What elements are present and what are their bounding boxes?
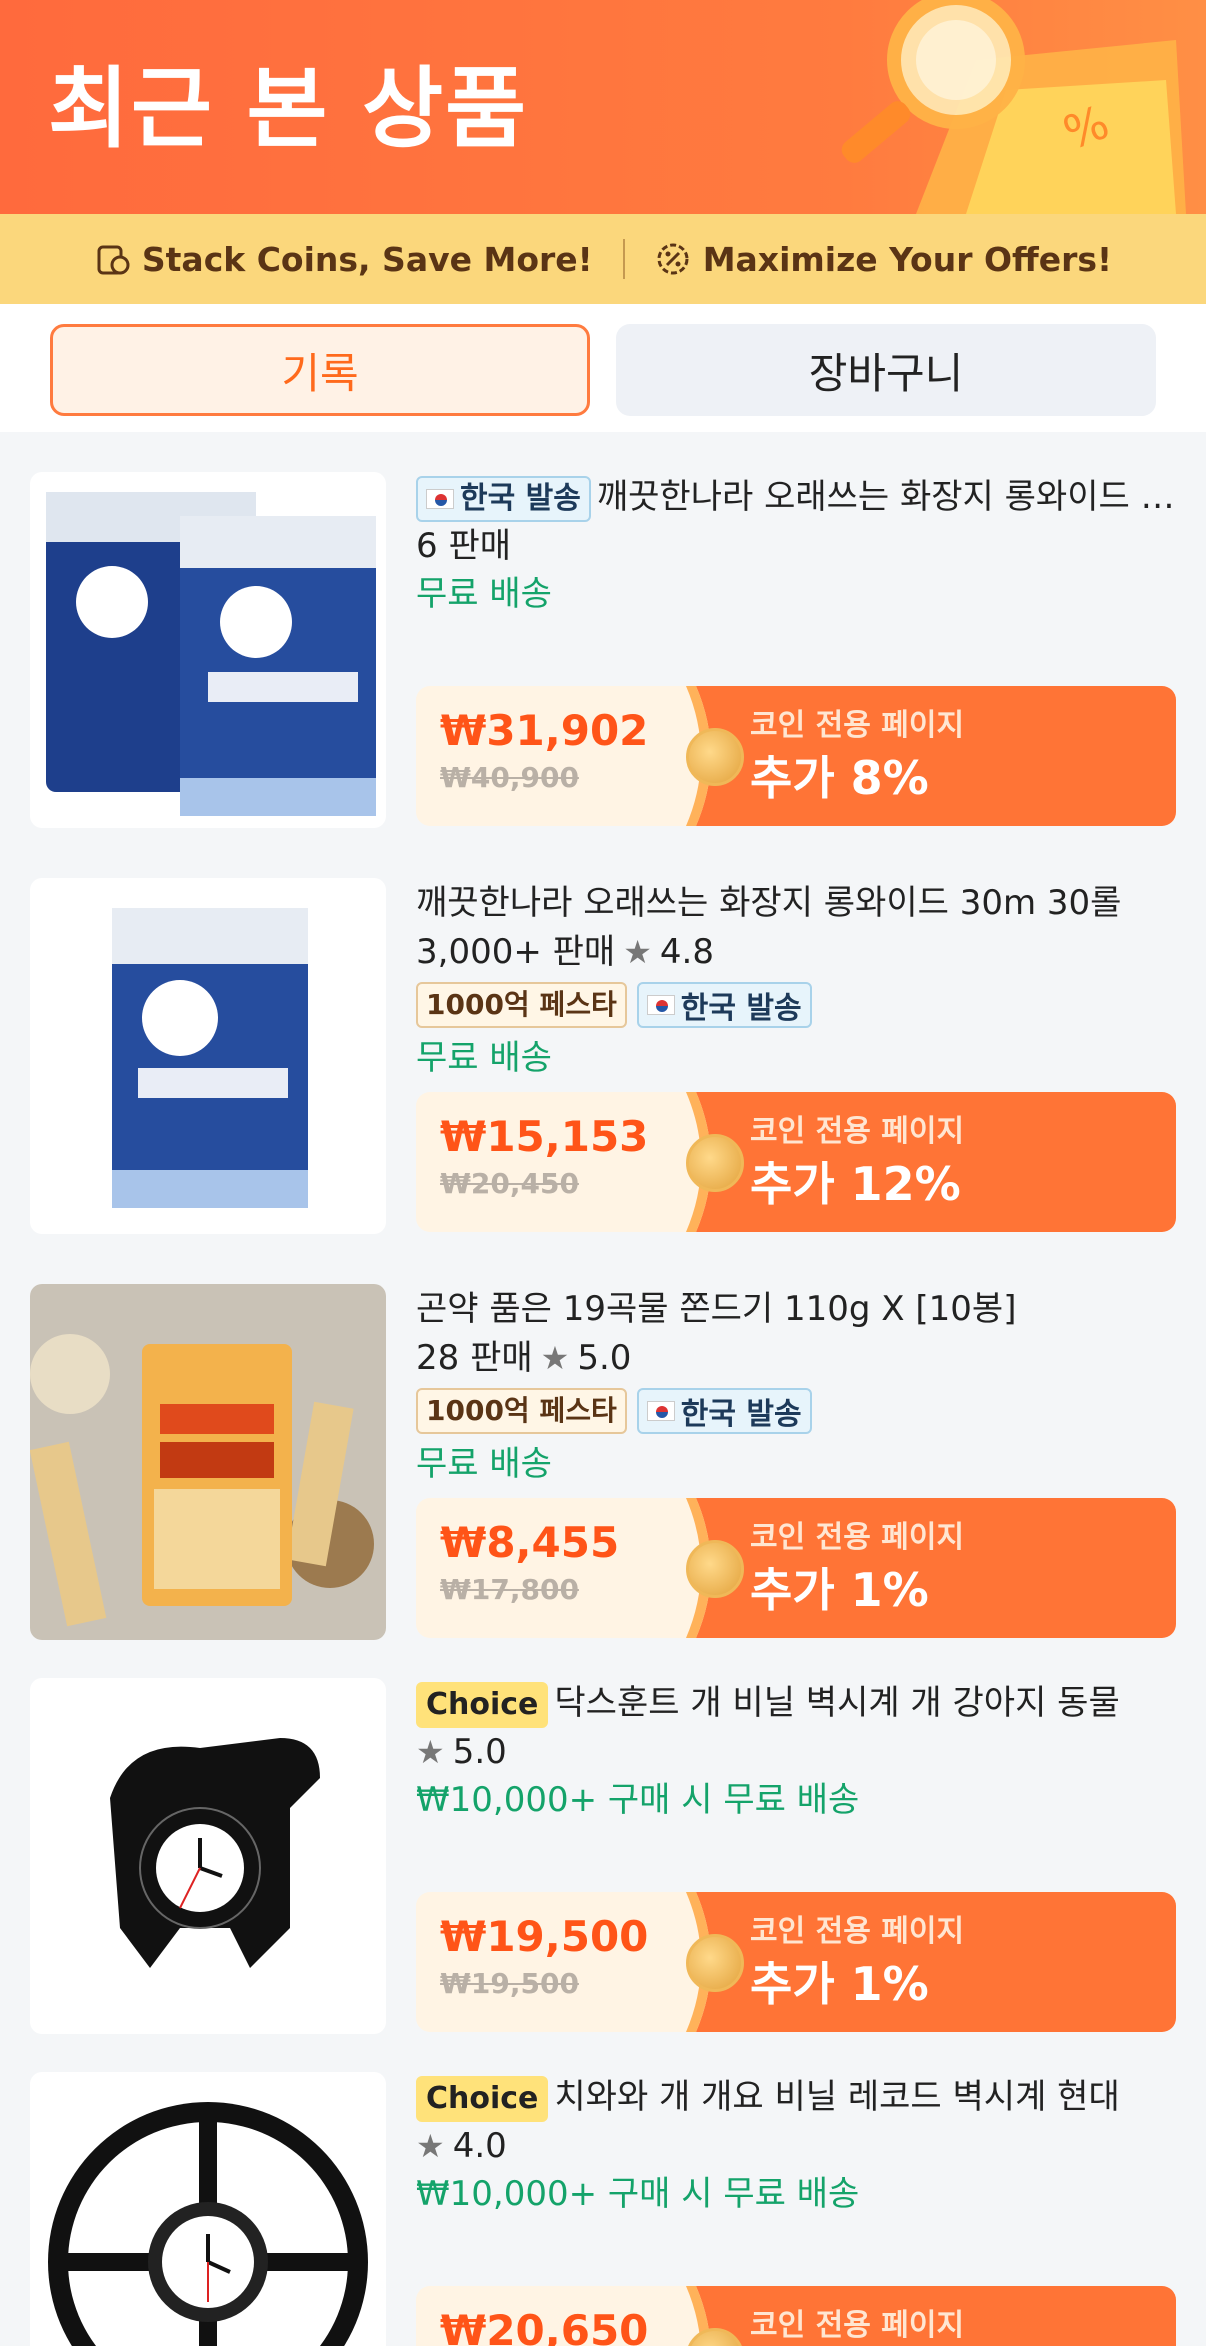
original-price: ₩19,500 bbox=[440, 1967, 579, 2000]
price-box[interactable]: ₩8,455 ₩17,800 코인 전용 페이지 추가 1% bbox=[416, 1498, 1176, 1638]
korea-flag-icon bbox=[426, 488, 454, 509]
badges-row: 1000억 페스타 한국 발송 bbox=[416, 1382, 1176, 1440]
tab-bar: 기록 장바구니 bbox=[0, 304, 1206, 432]
korea-flag-icon bbox=[646, 995, 675, 1015]
coin-icon bbox=[686, 728, 744, 786]
product-title-line[interactable]: Choice 닥스훈트 개 비닐 벽시계 개 강아지 동물 bbox=[416, 1678, 1176, 1728]
choice-badge: Choice bbox=[416, 1681, 549, 1728]
product-info: 한국 발송깨끗한나라 오래쓰는 화장지 롱와이드 30m 30롤 6 판매 무료… bbox=[416, 472, 1176, 618]
sold-and-rating: 28 판매 ★ 5.0 bbox=[416, 1334, 1176, 1382]
product-card[interactable]: Choice 치와와 개 개요 비닐 레코드 벽시계 현대 ★ 4.0 ₩10,0… bbox=[0, 2032, 1206, 2346]
rating-value: 4.0 bbox=[452, 2126, 507, 2166]
coin-icon bbox=[686, 1934, 744, 1992]
shipping-info: ₩10,000+ 구매 시 무료 배송 bbox=[416, 2174, 860, 2214]
product-card[interactable]: 깨끗한나라 오래쓰는 화장지 롱와이드 30m 30롤 3,000+ 판매 ★ … bbox=[0, 838, 1206, 1234]
product-card[interactable]: Choice 닥스훈트 개 비닐 벽시계 개 강아지 동물 ★ 5.0 ₩10,0… bbox=[0, 1638, 1206, 2034]
tab-history[interactable]: 기록 bbox=[50, 324, 590, 416]
price-box[interactable]: ₩20,650 코인 전용 페이지 bbox=[416, 2286, 1176, 2346]
coin-page-label: 코인 전용 페이지 bbox=[750, 1520, 965, 1555]
shipping-info: 무료 배송 bbox=[416, 1038, 552, 1078]
product-card[interactable]: 한국 발송깨끗한나라 오래쓰는 화장지 롱와이드 30m 30롤 6 판매 무료… bbox=[0, 432, 1206, 828]
page-header: 최근 본 상품 % bbox=[0, 0, 1206, 214]
coin-icon bbox=[686, 1134, 744, 1192]
coupon-icon bbox=[97, 245, 130, 275]
sale-price: ₩8,455 bbox=[440, 1518, 620, 1567]
product-title[interactable]: 깨끗한나라 오래쓰는 화장지 롱와이드 30m 30롤 bbox=[416, 878, 1176, 928]
product-info: 깨끗한나라 오래쓰는 화장지 롱와이드 30m 30롤 3,000+ 판매 ★ … bbox=[416, 878, 1176, 1082]
coin-extra-discount: 추가 8% bbox=[750, 751, 929, 805]
festa-badge: 1000억 페스타 bbox=[416, 1388, 627, 1434]
coin-page-label: 코인 전용 페이지 bbox=[750, 1114, 965, 1149]
product-title: 깨끗한나라 오래쓰는 화장지 롱와이드 30m 30롤 bbox=[596, 477, 1176, 517]
star-icon: ★ bbox=[623, 933, 652, 971]
price-box[interactable]: ₩19,500 ₩19,500 코인 전용 페이지 추가 1% bbox=[416, 1892, 1176, 2032]
product-title: 치와와 개 개요 비닐 레코드 벽시계 현대 bbox=[554, 2077, 1120, 2117]
sale-price: ₩15,153 bbox=[440, 1112, 649, 1161]
shipping-info: 무료 배송 bbox=[416, 1444, 552, 1484]
coin-page-label: 코인 전용 페이지 bbox=[750, 708, 965, 743]
product-image[interactable] bbox=[30, 1678, 386, 2034]
korea-shipping-badge: 한국 발송 bbox=[636, 982, 812, 1028]
rating-value: 4.8 bbox=[659, 932, 714, 972]
original-price: ₩20,450 bbox=[440, 1167, 579, 1200]
rating-row: ★ 5.0 bbox=[416, 1728, 1176, 1776]
product-title[interactable]: 곤약 품은 19곡물 쫀드기 110g X [10봉] bbox=[416, 1284, 1176, 1334]
rating-row: ★ 4.0 bbox=[416, 2122, 1176, 2170]
stack-coins-label: Stack Coins, Save More! bbox=[141, 239, 593, 279]
product-image[interactable] bbox=[30, 2072, 386, 2346]
coin-extra-discount: 추가 1% bbox=[750, 1563, 929, 1617]
product-image[interactable] bbox=[30, 878, 386, 1234]
product-title: 닥스훈트 개 비닐 벽시계 개 강아지 동물 bbox=[554, 1683, 1120, 1723]
product-title-line[interactable]: Choice 치와와 개 개요 비닐 레코드 벽시계 현대 bbox=[416, 2072, 1176, 2122]
shipping-info: ₩10,000+ 구매 시 무료 배송 bbox=[416, 1780, 860, 1820]
price-box[interactable]: ₩31,902 ₩40,900 코인 전용 페이지 추가 8% bbox=[416, 686, 1176, 826]
coin-icon bbox=[686, 1540, 744, 1598]
sale-price: ₩20,650 bbox=[440, 2306, 649, 2346]
coin-page-label: 코인 전용 페이지 bbox=[750, 1914, 965, 1949]
festa-badge: 1000억 페스타 bbox=[416, 982, 627, 1028]
sale-price: ₩31,902 bbox=[440, 706, 649, 755]
promo-banner[interactable]: Stack Coins, Save More! Maximize Your Of… bbox=[0, 214, 1206, 304]
star-icon: ★ bbox=[540, 1339, 570, 1377]
product-card[interactable]: 곤약 품은 19곡물 쫀드기 110g X [10봉] 28 판매 ★ 5.0 … bbox=[0, 1244, 1206, 1640]
choice-badge: Choice bbox=[416, 2075, 549, 2122]
star-icon: ★ bbox=[416, 2127, 445, 2165]
sale-price: ₩19,500 bbox=[440, 1912, 649, 1961]
coin-extra-discount: 추가 1% bbox=[750, 1957, 929, 2011]
coin-page-label: 코인 전용 페이지 bbox=[750, 2308, 965, 2343]
star-icon: ★ bbox=[416, 1733, 445, 1771]
magnifier-coupon-illustration: % bbox=[841, 0, 1186, 214]
badges-row: 1000억 페스타 한국 발송 bbox=[416, 976, 1176, 1034]
korea-flag-icon bbox=[646, 1401, 675, 1421]
product-image[interactable] bbox=[30, 1284, 386, 1640]
original-price: ₩40,900 bbox=[440, 761, 579, 794]
korea-shipping-badge: 한국 발송 bbox=[636, 1388, 812, 1434]
sold-count: 3,000+ 판매 bbox=[416, 932, 616, 972]
maximize-offers-banner-item: Maximize Your Offers! bbox=[655, 240, 1112, 279]
product-info: Choice 닥스훈트 개 비닐 벽시계 개 강아지 동물 ★ 5.0 ₩10,0… bbox=[416, 1678, 1176, 1824]
price-box[interactable]: ₩15,153 ₩20,450 코인 전용 페이지 추가 12% bbox=[416, 1092, 1176, 1232]
banner-divider bbox=[622, 239, 625, 279]
tab-cart[interactable]: 장바구니 bbox=[616, 324, 1156, 416]
rating-value: 5.0 bbox=[577, 1338, 632, 1378]
product-title-line[interactable]: 한국 발송깨끗한나라 오래쓰는 화장지 롱와이드 30m 30롤 bbox=[416, 472, 1176, 522]
product-info: Choice 치와와 개 개요 비닐 레코드 벽시계 현대 ★ 4.0 ₩10,0… bbox=[416, 2072, 1176, 2218]
shipping-info: 무료 배송 bbox=[416, 574, 552, 614]
sold-count: 6 판매 bbox=[416, 526, 511, 566]
discount-badge-icon bbox=[657, 243, 689, 275]
page-title: 최근 본 상품 bbox=[48, 57, 529, 160]
stack-coins-banner-item: Stack Coins, Save More! bbox=[94, 240, 593, 279]
product-info: 곤약 품은 19곡물 쫀드기 110g X [10봉] 28 판매 ★ 5.0 … bbox=[416, 1284, 1176, 1488]
maximize-offers-label: Maximize Your Offers! bbox=[702, 239, 1113, 279]
product-image[interactable] bbox=[30, 472, 386, 828]
sold-count: 28 판매 bbox=[416, 1338, 533, 1378]
rating-value: 5.0 bbox=[452, 1732, 507, 1772]
coin-extra-discount: 추가 12% bbox=[750, 1157, 961, 1211]
korea-shipping-badge: 한국 발송 bbox=[416, 475, 591, 522]
sold-and-rating: 3,000+ 판매 ★ 4.8 bbox=[416, 928, 1176, 976]
original-price: ₩17,800 bbox=[440, 1573, 579, 1606]
